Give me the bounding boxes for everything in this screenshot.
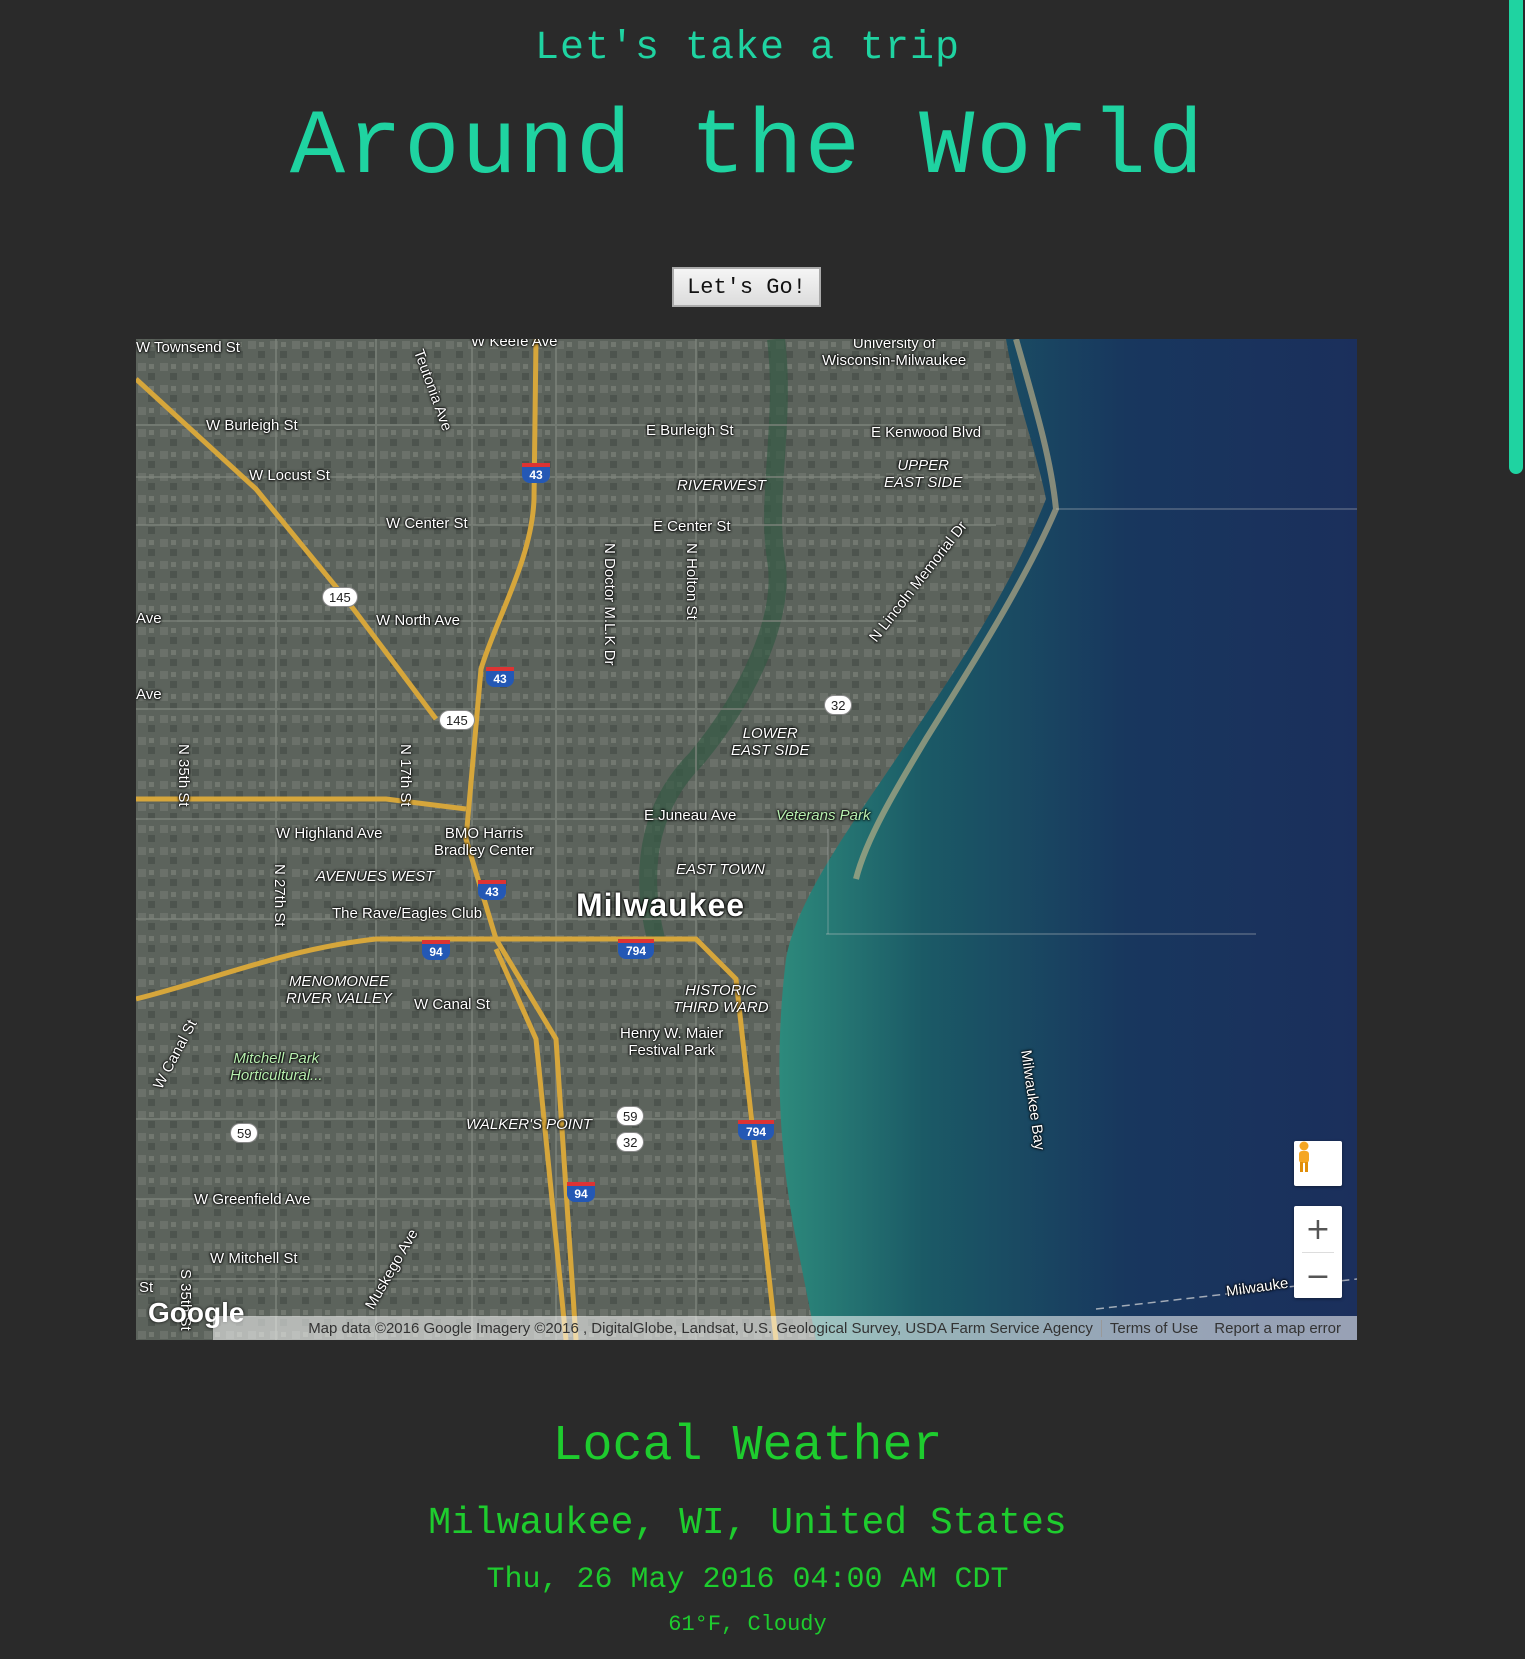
neighborhood-label: AVENUES WEST (316, 868, 435, 885)
park-label: Veterans Park (776, 807, 871, 824)
street-label: W Highland Ave (276, 825, 383, 842)
street-label: W Center St (386, 515, 468, 532)
route-marker: 145 (439, 710, 475, 730)
satellite-map[interactable]: W Townsend St W Keefe Ave Teutonia Ave U… (136, 339, 1357, 1340)
zoom-in-button[interactable]: + (1294, 1206, 1342, 1252)
place-label: Henry W. Maier Festival Park (620, 1025, 724, 1059)
place-label: The Rave/Eagles Club (332, 905, 483, 922)
interstate-shield: 94 (567, 1182, 595, 1202)
street-view-pegman[interactable] (1294, 1141, 1342, 1186)
weather-datetime: Thu, 26 May 2016 04:00 AM CDT (486, 1563, 1009, 1597)
scrollbar[interactable] (1507, 0, 1525, 1659)
street-label: E Burleigh St (646, 422, 734, 439)
street-label: N 35th St (175, 744, 192, 807)
neighborhood-label: HISTORIC THIRD WARD (673, 982, 769, 1016)
street-label: N Doctor M.L.K Dr (601, 543, 618, 666)
park-label: Mitchell Park Horticultural... (230, 1050, 323, 1084)
route-marker: 32 (616, 1132, 645, 1152)
neighborhood-label: WALKER'S POINT (466, 1116, 592, 1133)
zoom-out-button[interactable]: − (1294, 1253, 1342, 1299)
street-label: N 17th St (397, 744, 414, 807)
street-label: W Greenfield Ave (194, 1191, 311, 1208)
lets-go-button[interactable]: Let's Go! (672, 267, 821, 307)
street-label: W Locust St (249, 467, 330, 484)
weather-location: Milwaukee, WI, United States (428, 1502, 1067, 1545)
interstate-shield: 43 (522, 463, 550, 483)
route-marker: 145 (322, 587, 358, 607)
place-label: University of Wisconsin-Milwaukee (822, 339, 967, 369)
interstate-shield: 794 (738, 1120, 774, 1140)
neighborhood-label: LOWER EAST SIDE (731, 725, 810, 759)
street-label: W Burleigh St (206, 417, 298, 434)
street-label: W Keefe Ave (471, 339, 558, 350)
route-marker: 59 (616, 1106, 645, 1126)
page-title: Around the World (289, 95, 1206, 200)
street-label: Ave (136, 686, 162, 703)
neighborhood-label: UPPER EAST SIDE (884, 457, 963, 491)
neighborhood-label: MENOMONEE RIVER VALLEY (286, 973, 392, 1007)
city-label: Milwaukee (576, 887, 746, 923)
interstate-shield: 794 (618, 939, 654, 959)
zoom-control: + − (1294, 1206, 1342, 1298)
street-label: Ave (136, 610, 162, 627)
weather-condition: 61°F, Cloudy (668, 1612, 827, 1637)
scrollbar-thumb[interactable] (1509, 0, 1523, 474)
street-label: E Center St (653, 518, 731, 535)
route-marker: 59 (230, 1123, 259, 1143)
neighborhood-label: EAST TOWN (676, 861, 765, 878)
street-label: W Mitchell St (210, 1250, 298, 1267)
pegman-icon (1299, 1141, 1309, 1172)
street-label: W Townsend St (136, 339, 240, 356)
street-label: W North Ave (376, 612, 460, 629)
interstate-shield: 43 (486, 667, 514, 687)
street-label: N 27th St (271, 864, 288, 927)
weather-heading: Local Weather (552, 1418, 943, 1475)
interstate-shield: 94 (422, 940, 450, 960)
page-subtitle: Let's take a trip (534, 26, 961, 71)
map-data-attribution: Map data ©2016 Google Imagery ©2016 , Di… (308, 1319, 1093, 1337)
terms-of-use-link[interactable]: Terms of Use (1100, 1319, 1206, 1337)
place-label: BMO Harris Bradley Center (434, 825, 535, 859)
map-attribution-bar: Map data ©2016 Google Imagery ©2016 , Di… (213, 1316, 1357, 1340)
street-label: N Holton St (683, 543, 700, 620)
street-label: E Juneau Ave (644, 807, 737, 824)
neighborhood-label: RIVERWEST (677, 477, 766, 494)
interstate-shield: 43 (478, 880, 506, 900)
route-marker: 32 (824, 695, 853, 715)
street-label: St (139, 1279, 154, 1296)
report-map-error-link[interactable]: Report a map error (1206, 1320, 1349, 1337)
street-label: W Canal St (414, 996, 490, 1013)
street-label: E Kenwood Blvd (871, 424, 982, 441)
